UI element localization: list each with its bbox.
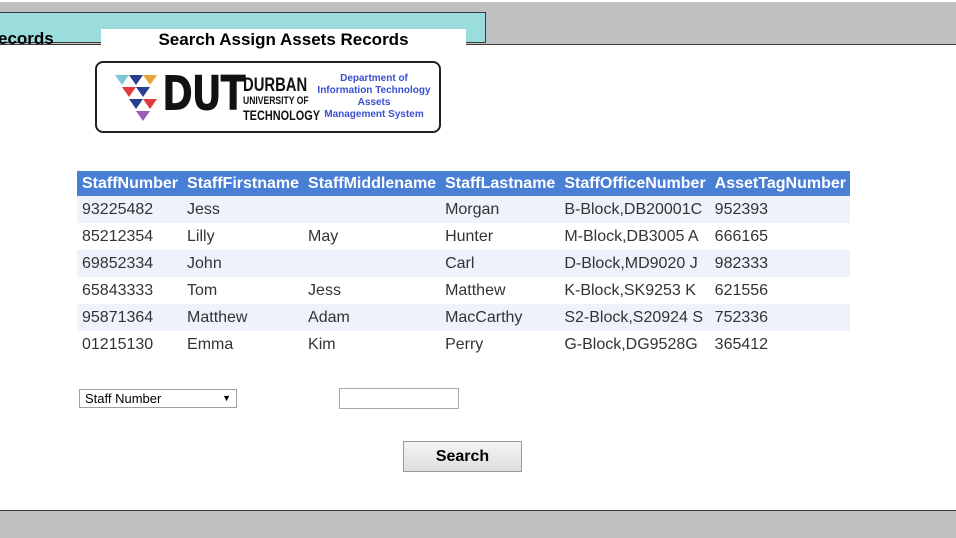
- dept-line-2: Information Technology: [317, 85, 431, 96]
- cell-asset-tag: 621556: [709, 277, 850, 304]
- cell-staff-number: 69852334: [77, 250, 183, 277]
- logo-dut-text: DUT: [162, 66, 246, 122]
- table-row: 65843333 Tom Jess Matthew K-Block,SK9253…: [77, 277, 850, 304]
- dut-triangles-icon: [115, 75, 157, 121]
- column-header: StaffMiddlename: [303, 171, 441, 196]
- cell-staff-number: 85212354: [77, 223, 183, 250]
- logo-durban-text: DURBAN: [243, 75, 308, 96]
- tab-bar: ecords Search Assign Assets Records: [0, 2, 956, 51]
- cell-asset-tag: 982333: [709, 250, 850, 277]
- cell-asset-tag: 365412: [709, 331, 850, 358]
- column-header: StaffNumber: [77, 171, 183, 196]
- search-field-selected: Staff Number: [85, 391, 162, 406]
- table-row: 85212354 Lilly May Hunter M-Block,DB3005…: [77, 223, 850, 250]
- cell-asset-tag: 666165: [709, 223, 850, 250]
- dut-logo: DUT DURBAN UNIVERSITY OF TECHNOLOGY Depa…: [95, 61, 441, 133]
- records-tab-label: ecords: [0, 29, 54, 48]
- cell-middle-name: Jess: [303, 277, 441, 304]
- records-tab[interactable]: ecords Search Assign Assets Records: [0, 12, 486, 51]
- cell-middle-name: [303, 250, 441, 277]
- cell-office-number: M-Block,DB3005 A: [559, 223, 710, 250]
- cell-last-name: Morgan: [440, 196, 560, 223]
- cell-asset-tag: 752336: [709, 304, 850, 331]
- search-input[interactable]: [339, 388, 459, 409]
- cell-middle-name: [303, 196, 441, 223]
- cell-middle-name: Adam: [303, 304, 441, 331]
- cell-first-name: Matthew: [182, 304, 304, 331]
- cell-office-number: B-Block,DB20001C: [559, 196, 710, 223]
- cell-staff-number: 93225482: [77, 196, 183, 223]
- column-header: StaffOfficeNumber: [559, 171, 710, 196]
- cell-staff-number: 01215130: [77, 331, 183, 358]
- logo-department: Department of Information Technology Ass…: [309, 73, 439, 121]
- cell-last-name: Carl: [440, 250, 560, 277]
- dropdown-arrow-icon: ▼: [222, 393, 231, 403]
- cell-middle-name: May: [303, 223, 441, 250]
- cell-office-number: D-Block,MD9020 J: [559, 250, 710, 277]
- cell-last-name: Hunter: [440, 223, 560, 250]
- cell-office-number: K-Block,SK9253 K: [559, 277, 710, 304]
- logo-university-text: UNIVERSITY OF: [243, 95, 309, 107]
- search-field-select[interactable]: Staff Number ▼: [79, 389, 237, 408]
- bottom-bar: [0, 510, 956, 538]
- column-header: StaffLastname: [440, 171, 560, 196]
- column-header: AssetTagNumber: [709, 171, 850, 196]
- cell-office-number: G-Block,DG9528G: [559, 331, 710, 358]
- dept-line-4: Management System: [324, 109, 424, 120]
- column-header: StaffFirstname: [182, 171, 304, 196]
- assets-table: StaffNumber StaffFirstname StaffMiddlena…: [77, 171, 850, 358]
- table-header-row: StaffNumber StaffFirstname StaffMiddlena…: [77, 171, 850, 196]
- cell-last-name: MacCarthy: [440, 304, 560, 331]
- cell-asset-tag: 952393: [709, 196, 850, 223]
- cell-staff-number: 65843333: [77, 277, 183, 304]
- table-row: 69852334 John Carl D-Block,MD9020 J 9823…: [77, 250, 850, 277]
- cell-last-name: Matthew: [440, 277, 560, 304]
- dept-line-3: Assets: [357, 97, 391, 108]
- table-row: 93225482 Jess Morgan B-Block,DB20001C 95…: [77, 196, 850, 223]
- cell-staff-number: 95871364: [77, 304, 183, 331]
- search-button[interactable]: Search: [403, 441, 522, 472]
- cell-last-name: Perry: [440, 331, 560, 358]
- cell-first-name: Tom: [182, 277, 304, 304]
- cell-first-name: Emma: [182, 331, 304, 358]
- dept-line-1: Department of: [340, 73, 408, 84]
- table-row: 01215130 Emma Kim Perry G-Block,DG9528G …: [77, 331, 850, 358]
- cell-first-name: Lilly: [182, 223, 304, 250]
- table-row: 95871364 Matthew Adam MacCarthy S2-Block…: [77, 304, 850, 331]
- cell-first-name: Jess: [182, 196, 304, 223]
- cell-office-number: S2-Block,S20924 S: [559, 304, 710, 331]
- cell-first-name: John: [182, 250, 304, 277]
- cell-middle-name: Kim: [303, 331, 441, 358]
- page-title: Search Assign Assets Records: [101, 29, 466, 51]
